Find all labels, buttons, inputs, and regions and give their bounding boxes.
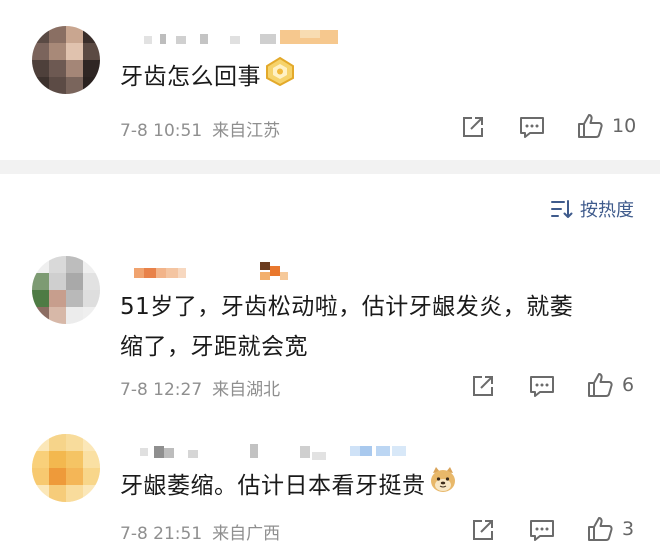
share-icon: [463, 117, 483, 137]
comment-feed: 牙齿怎么回事 7-8 10:51 来自江苏 10 按热度 51岁了，牙齿松动啦，…: [0, 0, 660, 553]
comment-icon: [530, 376, 554, 397]
thumbs-up-icon: [588, 373, 613, 397]
avatar[interactable]: [32, 434, 100, 502]
gold-crown-badge-icon: [263, 56, 297, 99]
thumbs-up-icon: [588, 517, 613, 541]
comment-button[interactable]: [518, 113, 546, 141]
like-button[interactable]: 3: [586, 515, 634, 543]
comment-location: 来自湖北: [212, 380, 281, 400]
comment-button[interactable]: [528, 516, 556, 544]
share-button[interactable]: [470, 372, 496, 400]
comment-meta: 7-8 10:51 来自江苏: [120, 116, 290, 141]
comment-text: 牙龈萎缩。估计日本看牙挺贵: [120, 465, 458, 508]
comment-meta: 7-8 21:51 来自广西: [120, 519, 290, 544]
thumbs-up-icon: [578, 114, 603, 138]
like-count: 3: [622, 518, 635, 540]
comment-text-line: 51岁了，牙齿松动啦，估计牙龈发炎，就萎: [120, 294, 574, 320]
comment-meta: 7-8 12:27 来自湖北: [120, 375, 290, 400]
comment-icon: [530, 520, 554, 541]
comment-time: 7-8 10:51: [120, 121, 203, 141]
username-redacted[interactable]: [120, 262, 320, 282]
share-icon: [473, 376, 493, 396]
comment-location: 来自广西: [212, 524, 281, 544]
comment-text: 牙齿怎么回事: [120, 56, 297, 99]
comment-text-line: 牙龈萎缩。估计日本看牙挺贵: [120, 473, 426, 499]
comment-text-line: 牙齿怎么回事: [120, 64, 261, 90]
comment-text: 51岁了，牙齿松动啦，估计牙龈发炎，就萎 缩了，牙距就会宽: [120, 287, 573, 367]
share-button[interactable]: [470, 516, 496, 544]
like-button[interactable]: 10: [576, 112, 636, 140]
doge-emoji-icon: [428, 465, 458, 508]
comment-item: 牙龈萎缩。估计日本看牙挺贵 7-8 21:51 来自广西 3: [0, 420, 660, 553]
username-redacted[interactable]: [120, 442, 420, 462]
comment-icon: [520, 117, 544, 138]
username-redacted[interactable]: [120, 30, 340, 48]
like-count: 6: [622, 374, 635, 396]
sort-lines-icon: [551, 200, 573, 218]
comment-time: 7-8 21:51: [120, 524, 203, 544]
comment-location: 来自江苏: [212, 121, 281, 141]
comment-time: 7-8 12:27: [120, 380, 203, 400]
comment-text-line: 缩了，牙距就会宽: [120, 334, 308, 360]
section-divider: [0, 160, 660, 174]
comment-item: 51岁了，牙齿松动啦，估计牙龈发炎，就萎 缩了，牙距就会宽 7-8 12:27 来…: [0, 240, 660, 420]
like-button[interactable]: 6: [586, 371, 634, 399]
comment-item: 牙齿怎么回事 7-8 10:51 来自江苏 10: [0, 0, 660, 160]
avatar[interactable]: [32, 26, 100, 94]
like-count: 10: [612, 115, 637, 137]
sort-by-hot-button[interactable]: 按热度: [550, 196, 634, 222]
share-icon: [473, 520, 493, 540]
comment-button[interactable]: [528, 372, 556, 400]
share-button[interactable]: [460, 113, 486, 141]
avatar[interactable]: [32, 256, 100, 324]
sort-label: 按热度: [580, 200, 634, 221]
